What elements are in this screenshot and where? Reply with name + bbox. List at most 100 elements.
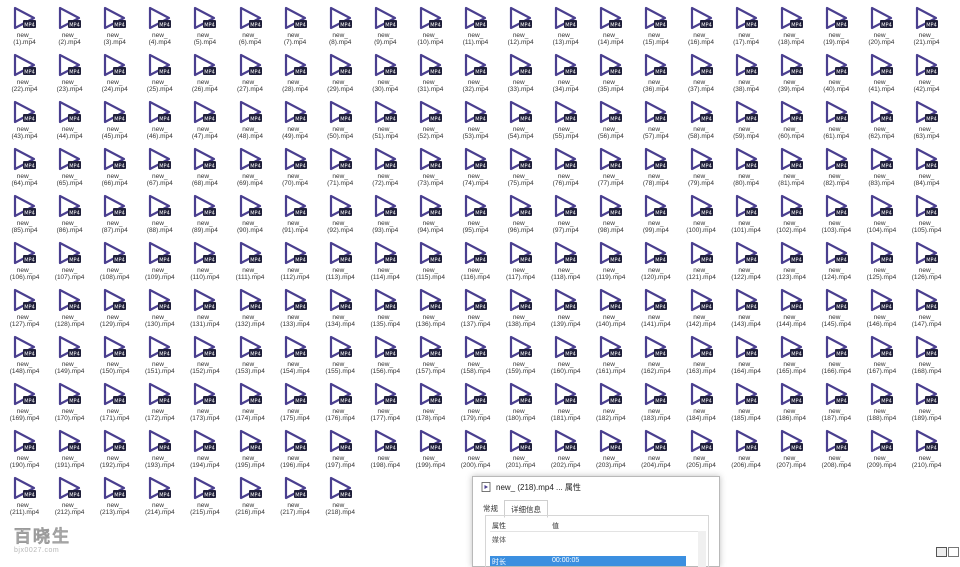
file-item[interactable]: MP4 new_ (110).mp4 (182, 239, 227, 285)
file-item[interactable]: MP4 new_ (2).mp4 (47, 4, 92, 50)
file-item[interactable]: MP4 new_ (27).mp4 (228, 51, 273, 97)
file-item[interactable]: MP4 new_ (67).mp4 (137, 145, 182, 191)
view-large-icons-icon[interactable] (948, 547, 959, 557)
file-item[interactable]: MP4 new_ (205).mp4 (679, 427, 724, 473)
file-item[interactable]: MP4 new_ (57).mp4 (633, 98, 678, 144)
file-item[interactable]: MP4 new_ (149).mp4 (47, 333, 92, 379)
file-item[interactable]: MP4 new_ (47).mp4 (182, 98, 227, 144)
file-item[interactable]: MP4 new_ (101).mp4 (724, 192, 769, 238)
file-item[interactable]: MP4 new_ (134).mp4 (318, 286, 363, 332)
file-item[interactable]: MP4 new_ (53).mp4 (453, 98, 498, 144)
file-item[interactable]: MP4 new_ (195).mp4 (228, 427, 273, 473)
file-item[interactable]: MP4 new_ (150).mp4 (92, 333, 137, 379)
file-item[interactable]: MP4 new_ (146).mp4 (859, 286, 904, 332)
file-item[interactable]: MP4 new_ (74).mp4 (453, 145, 498, 191)
file-item[interactable]: MP4 new_ (34).mp4 (543, 51, 588, 97)
file-item[interactable]: MP4 new_ (30).mp4 (363, 51, 408, 97)
file-item[interactable]: MP4 new_ (12).mp4 (498, 4, 543, 50)
file-item[interactable]: MP4 new_ (36).mp4 (633, 51, 678, 97)
header-property[interactable]: 属性 (492, 521, 506, 531)
file-item[interactable]: MP4 new_ (11).mp4 (453, 4, 498, 50)
tab-general[interactable]: 常规 (477, 500, 504, 516)
file-item[interactable]: MP4 new_ (87).mp4 (92, 192, 137, 238)
file-item[interactable]: MP4 new_ (111).mp4 (228, 239, 273, 285)
file-item[interactable]: MP4 new_ (42).mp4 (904, 51, 949, 97)
file-item[interactable]: MP4 new_ (202).mp4 (543, 427, 588, 473)
file-item[interactable]: MP4 new_ (64).mp4 (2, 145, 47, 191)
file-item[interactable]: MP4 new_ (9).mp4 (363, 4, 408, 50)
details-scrollbar[interactable] (698, 531, 706, 567)
file-item[interactable]: MP4 new_ (170).mp4 (47, 380, 92, 426)
file-item[interactable]: MP4 new_ (117).mp4 (498, 239, 543, 285)
file-item[interactable]: MP4 new_ (207).mp4 (769, 427, 814, 473)
file-item[interactable]: MP4 new_ (141).mp4 (633, 286, 678, 332)
file-item[interactable]: MP4 new_ (148).mp4 (2, 333, 47, 379)
file-item[interactable]: MP4 new_ (215).mp4 (182, 474, 227, 520)
file-item[interactable]: MP4 new_ (91).mp4 (273, 192, 318, 238)
file-item[interactable]: MP4 new_ (100).mp4 (679, 192, 724, 238)
file-item[interactable]: MP4 new_ (120).mp4 (633, 239, 678, 285)
file-item[interactable]: MP4 new_ (18).mp4 (769, 4, 814, 50)
file-item[interactable]: MP4 new_ (201).mp4 (498, 427, 543, 473)
file-item[interactable]: MP4 new_ (54).mp4 (498, 98, 543, 144)
file-item[interactable]: MP4 new_ (70).mp4 (273, 145, 318, 191)
file-item[interactable]: MP4 new_ (189).mp4 (904, 380, 949, 426)
file-item[interactable]: MP4 new_ (41).mp4 (859, 51, 904, 97)
file-item[interactable]: MP4 new_ (166).mp4 (814, 333, 859, 379)
file-item[interactable]: MP4 new_ (147).mp4 (904, 286, 949, 332)
file-item[interactable]: MP4 new_ (56).mp4 (588, 98, 633, 144)
file-item[interactable]: MP4 new_ (114).mp4 (363, 239, 408, 285)
file-item[interactable]: MP4 new_ (199).mp4 (408, 427, 453, 473)
file-item[interactable]: MP4 new_ (172).mp4 (137, 380, 182, 426)
file-item[interactable]: MP4 new_ (3).mp4 (92, 4, 137, 50)
file-item[interactable]: MP4 new_ (68).mp4 (182, 145, 227, 191)
file-item[interactable]: MP4 new_ (152).mp4 (182, 333, 227, 379)
file-item[interactable]: MP4 new_ (116).mp4 (453, 239, 498, 285)
file-item[interactable]: MP4 new_ (122).mp4 (724, 239, 769, 285)
file-item[interactable]: MP4 new_ (82).mp4 (814, 145, 859, 191)
file-item[interactable]: MP4 new_ (31).mp4 (408, 51, 453, 97)
file-item[interactable]: MP4 new_ (196).mp4 (273, 427, 318, 473)
file-item[interactable]: MP4 new_ (77).mp4 (588, 145, 633, 191)
file-item[interactable]: MP4 new_ (157).mp4 (408, 333, 453, 379)
file-item[interactable]: MP4 new_ (25).mp4 (137, 51, 182, 97)
file-item[interactable]: MP4 new_ (8).mp4 (318, 4, 363, 50)
file-item[interactable]: MP4 new_ (159).mp4 (498, 333, 543, 379)
file-item[interactable]: MP4 new_ (165).mp4 (769, 333, 814, 379)
view-details-icon[interactable] (936, 547, 947, 557)
file-item[interactable]: MP4 new_ (79).mp4 (679, 145, 724, 191)
file-item[interactable]: MP4 new_ (19).mp4 (814, 4, 859, 50)
file-item[interactable]: MP4 new_ (98).mp4 (588, 192, 633, 238)
file-item[interactable]: MP4 new_ (130).mp4 (137, 286, 182, 332)
file-item[interactable]: MP4 new_ (169).mp4 (2, 380, 47, 426)
file-item[interactable]: MP4 new_ (194).mp4 (182, 427, 227, 473)
file-item[interactable]: MP4 new_ (103).mp4 (814, 192, 859, 238)
file-item[interactable]: MP4 new_ (200).mp4 (453, 427, 498, 473)
file-item[interactable]: MP4 new_ (16).mp4 (679, 4, 724, 50)
file-item[interactable]: MP4 new_ (63).mp4 (904, 98, 949, 144)
file-item[interactable]: MP4 new_ (129).mp4 (92, 286, 137, 332)
file-item[interactable]: MP4 new_ (179).mp4 (453, 380, 498, 426)
file-item[interactable]: MP4 new_ (167).mp4 (859, 333, 904, 379)
file-item[interactable]: MP4 new_ (135).mp4 (363, 286, 408, 332)
file-item[interactable]: MP4 new_ (17).mp4 (724, 4, 769, 50)
file-item[interactable]: MP4 new_ (126).mp4 (904, 239, 949, 285)
file-item[interactable]: MP4 new_ (187).mp4 (814, 380, 859, 426)
file-item[interactable]: MP4 new_ (127).mp4 (2, 286, 47, 332)
file-item[interactable]: MP4 new_ (72).mp4 (363, 145, 408, 191)
file-item[interactable]: MP4 new_ (83).mp4 (859, 145, 904, 191)
file-item[interactable]: MP4 new_ (181).mp4 (543, 380, 588, 426)
file-item[interactable]: MP4 new_ (160).mp4 (543, 333, 588, 379)
file-item[interactable]: MP4 new_ (156).mp4 (363, 333, 408, 379)
file-item[interactable]: MP4 new_ (43).mp4 (2, 98, 47, 144)
file-item[interactable]: MP4 new_ (211).mp4 (2, 474, 47, 520)
file-item[interactable]: MP4 new_ (88).mp4 (137, 192, 182, 238)
file-item[interactable]: MP4 new_ (178).mp4 (408, 380, 453, 426)
file-item[interactable]: MP4 new_ (173).mp4 (182, 380, 227, 426)
file-item[interactable]: MP4 new_ (216).mp4 (228, 474, 273, 520)
file-item[interactable]: MP4 new_ (174).mp4 (228, 380, 273, 426)
file-item[interactable]: MP4 new_ (217).mp4 (273, 474, 318, 520)
file-item[interactable]: MP4 new_ (190).mp4 (2, 427, 47, 473)
file-item[interactable]: MP4 new_ (119).mp4 (588, 239, 633, 285)
file-item[interactable]: MP4 new_ (60).mp4 (769, 98, 814, 144)
